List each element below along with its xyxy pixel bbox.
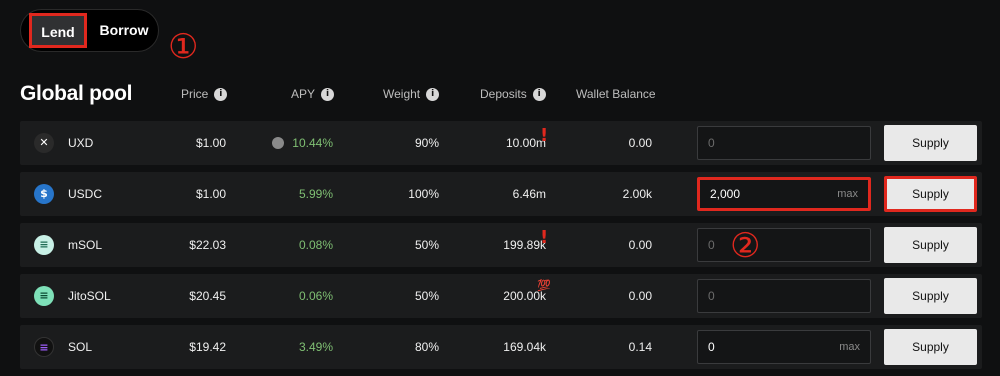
header-deposits: Deposits i bbox=[480, 87, 546, 101]
asset-price: $20.45 bbox=[189, 289, 226, 303]
amount-field bbox=[697, 228, 871, 262]
supply-button[interactable]: Supply bbox=[884, 227, 977, 263]
table-row: ≡ JitoSOL $20.45 0.06% 50% 200.00k 💯 0.0… bbox=[20, 274, 982, 318]
asset-name: SOL bbox=[68, 340, 93, 354]
header-wallet-balance: Wallet Balance bbox=[576, 87, 656, 101]
annotation-step-2: ② bbox=[730, 226, 761, 266]
msol-icon: ≡ bbox=[34, 235, 54, 255]
asset-weight: 50% bbox=[414, 289, 439, 303]
asset-weight: 50% bbox=[414, 238, 439, 252]
asset-price: $1.00 bbox=[195, 136, 226, 150]
amount-input[interactable] bbox=[708, 331, 818, 363]
header-price: Price i bbox=[181, 87, 228, 101]
asset-deposits: 6.46m bbox=[512, 187, 546, 201]
tab-borrow[interactable]: Borrow bbox=[93, 10, 155, 51]
jitosol-icon: ≡ bbox=[34, 286, 54, 306]
asset-price: $19.42 bbox=[189, 340, 226, 354]
asset-price: $1.00 bbox=[195, 187, 226, 201]
hundred-points-icon: 💯 bbox=[537, 279, 551, 292]
annotation-step-1: ① bbox=[168, 27, 199, 67]
amount-field: max bbox=[697, 177, 871, 211]
info-icon[interactable]: i bbox=[321, 87, 335, 101]
supply-button[interactable]: Supply bbox=[884, 329, 977, 365]
wallet-balance: 0.00 bbox=[628, 136, 652, 150]
amount-input[interactable] bbox=[708, 229, 818, 261]
asset-apy: 3.49% bbox=[298, 340, 333, 354]
usdc-icon: $ bbox=[34, 184, 54, 204]
asset-name: mSOL bbox=[68, 238, 103, 252]
asset-apy: 0.08% bbox=[298, 238, 333, 252]
amount-field bbox=[697, 279, 871, 313]
table-row: ✕ UXD $1.00 10.44% 90% 10.00m ! 0.00 Sup… bbox=[20, 121, 982, 165]
info-icon[interactable]: i bbox=[426, 87, 440, 101]
tab-lend[interactable]: Lend bbox=[29, 13, 87, 48]
supply-button[interactable]: Supply bbox=[884, 278, 977, 314]
supply-button[interactable]: Supply bbox=[884, 176, 977, 212]
asset-weight: 80% bbox=[414, 340, 439, 354]
table-row: $ USDC $1.00 5.99% 100% 6.46m 2.00k max … bbox=[20, 172, 982, 216]
header-wallet-label: Wallet Balance bbox=[576, 87, 656, 101]
sol-icon: ≡ bbox=[34, 337, 54, 357]
asset-name: UXD bbox=[68, 136, 94, 150]
asset-apy-value: 10.44% bbox=[292, 136, 333, 150]
wallet-balance: 2.00k bbox=[622, 187, 652, 201]
amount-input[interactable] bbox=[708, 127, 818, 159]
header-weight: Weight i bbox=[383, 87, 440, 101]
header-apy-label: APY bbox=[291, 87, 316, 101]
wallet-balance: 0.00 bbox=[628, 289, 652, 303]
header-weight-label: Weight bbox=[383, 87, 421, 101]
asset-name: USDC bbox=[68, 187, 103, 201]
header-deposits-label: Deposits bbox=[480, 87, 527, 101]
amount-field bbox=[697, 126, 871, 160]
deposit-warning-icon: ! bbox=[540, 125, 549, 146]
wallet-balance: 0.00 bbox=[628, 238, 652, 252]
table-row: ≡ mSOL $22.03 0.08% 50% 199.89k ! 0.00 S… bbox=[20, 223, 982, 267]
amount-input[interactable] bbox=[708, 280, 818, 312]
amount-field: max bbox=[697, 330, 871, 364]
asset-deposits: 169.04k bbox=[503, 340, 546, 354]
asset-price: $22.03 bbox=[189, 238, 226, 252]
info-icon[interactable]: i bbox=[532, 87, 546, 101]
asset-name: JitoSOL bbox=[68, 289, 111, 303]
asset-apy: 0.06% bbox=[298, 289, 333, 303]
supply-button[interactable]: Supply bbox=[884, 125, 977, 161]
asset-apy: 10.44% bbox=[272, 121, 333, 165]
wallet-balance: 0.14 bbox=[628, 340, 652, 354]
deposit-warning-icon: ! bbox=[540, 227, 549, 248]
lend-borrow-toggle: Lend Borrow bbox=[20, 9, 159, 52]
header-apy: APY i bbox=[291, 87, 335, 101]
asset-weight: 100% bbox=[408, 187, 439, 201]
max-button[interactable]: max bbox=[839, 331, 860, 363]
table-row: ≡ SOL $19.42 3.49% 80% 169.04k 0.14 max … bbox=[20, 325, 982, 369]
reward-badge-icon bbox=[272, 137, 285, 149]
info-icon[interactable]: i bbox=[214, 87, 228, 101]
page-title: Global pool bbox=[20, 82, 133, 105]
uxd-icon: ✕ bbox=[34, 133, 54, 153]
asset-weight: 90% bbox=[414, 136, 439, 150]
max-button[interactable]: max bbox=[837, 180, 858, 208]
asset-apy: 5.99% bbox=[298, 187, 333, 201]
amount-input[interactable] bbox=[710, 180, 820, 208]
header-price-label: Price bbox=[181, 87, 209, 101]
